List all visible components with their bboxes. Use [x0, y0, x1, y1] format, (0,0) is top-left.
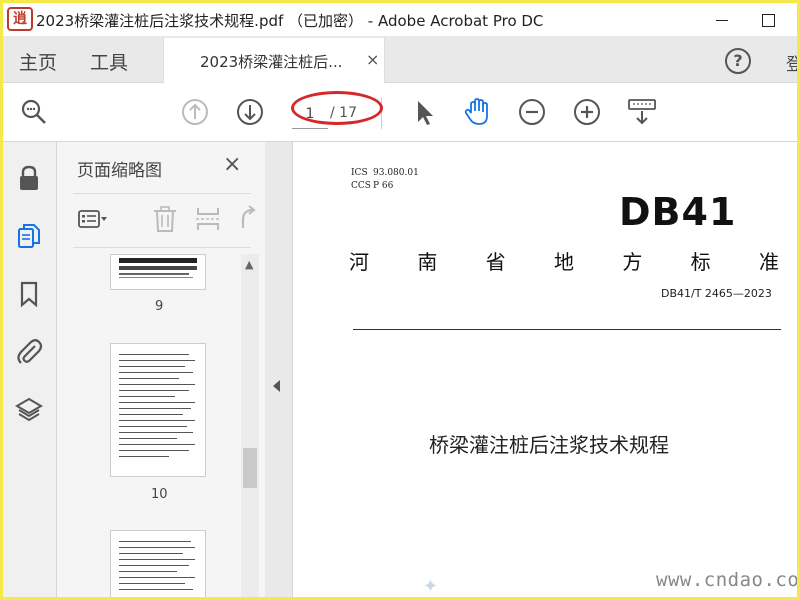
- header-rule: [353, 329, 781, 330]
- lock-icon[interactable]: [15, 164, 43, 192]
- select-pointer-icon[interactable]: [409, 97, 439, 127]
- panel-divider: [73, 193, 251, 194]
- document-tab-label: 2023桥梁灌注桩后...: [200, 53, 343, 71]
- close-tab-icon[interactable]: ×: [366, 50, 379, 69]
- standard-char: 方: [622, 250, 643, 274]
- tab-tools[interactable]: 工具: [90, 48, 128, 75]
- close-panel-icon[interactable]: ×: [223, 152, 241, 177]
- panel-divider: [73, 247, 251, 248]
- keyboard-scroll-icon[interactable]: [627, 97, 657, 127]
- standard-char: 地: [553, 250, 574, 274]
- document-title: 桥梁灌注桩后注浆技术规程: [429, 433, 669, 457]
- rotate-icon[interactable]: [233, 204, 263, 234]
- sign-in-button[interactable]: 登: [786, 50, 797, 75]
- help-icon[interactable]: ?: [725, 48, 751, 74]
- page-number-label: 10: [151, 487, 168, 502]
- bookmark-icon[interactable]: [15, 280, 43, 308]
- zoom-out-icon[interactable]: [517, 97, 547, 127]
- ccs-label: CCS: [351, 181, 371, 191]
- title-bar: 逍 2023桥梁灌注桩后注浆技术规程.pdf （已加密） - Adobe Acr…: [3, 3, 797, 36]
- page-thumbnails-icon[interactable]: [15, 222, 43, 250]
- page-thumbnail-11[interactable]: [110, 530, 206, 597]
- standard-char: 省: [485, 250, 506, 274]
- toolbar-divider: [381, 97, 382, 129]
- hand-tool-icon[interactable]: [462, 97, 492, 127]
- page-number-label: 9: [155, 299, 164, 314]
- thumbnail-panel: 页面缩略图 × 9 10 ▲: [57, 142, 265, 597]
- tab-home[interactable]: 主页: [19, 48, 57, 75]
- page-down-icon[interactable]: [235, 97, 265, 127]
- collapse-arrow-icon[interactable]: [273, 380, 280, 392]
- panel-collapse-bar[interactable]: [265, 142, 293, 597]
- standard-code: DB41/T 2465—2023: [661, 287, 772, 300]
- tab-document[interactable]: 2023桥梁灌注桩后... ×: [163, 38, 385, 84]
- layers-icon[interactable]: [15, 396, 43, 424]
- standard-char: 河: [349, 250, 369, 274]
- page-up-icon[interactable]: [180, 97, 210, 127]
- standard-char: 南: [417, 250, 438, 274]
- scroll-up-icon[interactable]: ▲: [245, 258, 253, 271]
- page-thumbnail-10[interactable]: [110, 343, 206, 477]
- annotation-ellipse: [291, 91, 383, 125]
- panel-title: 页面缩略图: [77, 161, 162, 181]
- standard-category: 河 南 省 地 方 标 准: [349, 246, 779, 275]
- ics-label: ICS: [351, 168, 368, 178]
- app-logo: 逍: [7, 7, 33, 31]
- page-options-icon[interactable]: [77, 204, 107, 234]
- window-title: 2023桥梁灌注桩后注浆技术规程.pdf （已加密） - Adobe Acrob…: [36, 12, 544, 30]
- document-viewport: ICS 93.080.01 CCS P 66 DB41 河 南 省 地 方 标 …: [293, 142, 797, 597]
- standard-char: 准: [758, 250, 779, 274]
- maximize-button[interactable]: [745, 3, 791, 36]
- ics-value: 93.080.01: [373, 168, 419, 178]
- minimize-button[interactable]: [699, 3, 745, 36]
- page-thumbnail-9[interactable]: [110, 254, 206, 290]
- main-toolbar: 1 / 17: [3, 83, 797, 142]
- ccs-value: P 66: [373, 181, 394, 191]
- extract-icon[interactable]: [193, 204, 223, 234]
- standard-prefix: DB41: [619, 190, 737, 234]
- tab-bar: 主页 工具 2023桥梁灌注桩后... × ? 登: [3, 36, 797, 84]
- scrollbar-thumb[interactable]: [243, 448, 257, 488]
- delete-icon[interactable]: [150, 204, 180, 234]
- thumbnail-scrollbar[interactable]: ▲: [241, 254, 259, 597]
- watermark-logo-icon: ✦: [423, 576, 439, 597]
- attachment-icon[interactable]: [15, 337, 43, 365]
- standard-char: 标: [690, 250, 711, 274]
- search-zoom-icon[interactable]: [19, 97, 49, 127]
- zoom-in-icon[interactable]: [572, 97, 602, 127]
- acrobat-window: 逍 2023桥梁灌注桩后注浆技术规程.pdf （已加密） - Adobe Acr…: [3, 3, 797, 597]
- site-watermark: www.cndao.com: [656, 569, 797, 591]
- navigation-rail: [3, 142, 57, 597]
